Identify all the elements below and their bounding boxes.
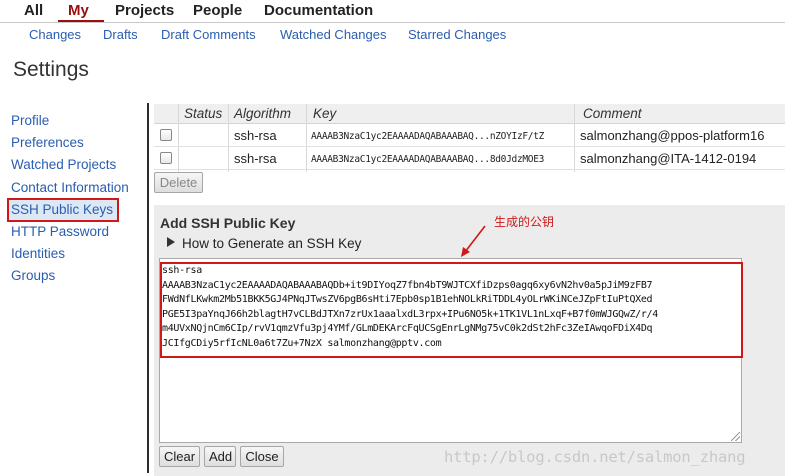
sidebar-item-watched-projects[interactable]: Watched Projects xyxy=(11,157,116,172)
how-to-generate-link[interactable]: How to Generate an SSH Key xyxy=(182,236,361,251)
row-key: AAAAB3NzaC1yc2EAAAADAQABAAABAQ...nZOYIzF… xyxy=(311,131,545,142)
subnav-drafts[interactable]: Drafts xyxy=(103,27,138,42)
row-checkbox[interactable] xyxy=(160,152,172,164)
subnav-starred-changes[interactable]: Starred Changes xyxy=(408,27,506,42)
annotation-arrow-icon xyxy=(461,225,486,257)
header-key: Key xyxy=(313,106,337,121)
row-key: AAAAB3NzaC1yc2EAAAADAQABAAABAQ...8d0JdzM… xyxy=(311,154,545,165)
sidebar-divider xyxy=(147,103,149,473)
sidebar-item-ssh-public-keys[interactable]: SSH Public Keys xyxy=(11,202,113,217)
table-row: ssh-rsa AAAAB3NzaC1yc2EAAAADAQABAAABAQ..… xyxy=(154,148,785,170)
row-algorithm: ssh-rsa xyxy=(234,128,277,143)
delete-button[interactable]: Delete xyxy=(154,172,203,193)
nav-divider xyxy=(0,22,785,23)
annotation-label: 生成的公钥 xyxy=(494,215,555,229)
table-row: ssh-rsa AAAAB3NzaC1yc2EAAAADAQABAAABAQ..… xyxy=(154,125,785,147)
watermark: http://blog.csdn.net/salmon_zhang xyxy=(444,448,746,466)
row-comment: salmonzhang@ITA-1412-0194 xyxy=(580,151,757,166)
table-header: Status Algorithm Key Comment xyxy=(154,104,785,124)
nav-my[interactable]: My xyxy=(68,2,89,19)
sidebar-item-http-password[interactable]: HTTP Password xyxy=(11,224,109,239)
sidebar-item-profile[interactable]: Profile xyxy=(11,113,49,128)
row-checkbox[interactable] xyxy=(160,129,172,141)
nav-projects[interactable]: Projects xyxy=(115,2,174,19)
header-algorithm: Algorithm xyxy=(234,106,292,121)
row-algorithm: ssh-rsa xyxy=(234,151,277,166)
header-comment: Comment xyxy=(583,106,642,121)
sidebar-item-contact-information[interactable]: Contact Information xyxy=(11,180,129,195)
key-highlight-box xyxy=(160,262,743,358)
sidebar-item-groups[interactable]: Groups xyxy=(11,268,55,283)
subnav-draft-comments[interactable]: Draft Comments xyxy=(161,27,256,42)
nav-documentation[interactable]: Documentation xyxy=(264,2,373,19)
top-navigation: All My Projects People Documentation xyxy=(0,0,785,23)
row-comment: salmonzhang@ppos-platform16 xyxy=(580,128,765,143)
subnav-watched-changes[interactable]: Watched Changes xyxy=(280,27,386,42)
triangle-right-icon[interactable] xyxy=(167,237,175,247)
sidebar-item-identities[interactable]: Identities xyxy=(11,246,65,261)
clear-button[interactable]: Clear xyxy=(159,446,200,467)
subnav-changes[interactable]: Changes xyxy=(29,27,81,42)
page-title: Settings xyxy=(13,58,89,81)
ssh-key-textarea[interactable]: ssh-rsa AAAAB3NzaC1yc2EAAAADAQABAAABAQDb… xyxy=(159,258,743,443)
resize-handle-icon[interactable] xyxy=(731,432,740,441)
add-key-title: Add SSH Public Key xyxy=(160,215,296,231)
add-button[interactable]: Add xyxy=(204,446,236,467)
nav-people[interactable]: People xyxy=(193,2,242,19)
close-button[interactable]: Close xyxy=(240,446,284,467)
nav-all[interactable]: All xyxy=(24,2,43,19)
header-status: Status xyxy=(184,106,223,121)
sidebar-item-preferences[interactable]: Preferences xyxy=(11,135,84,150)
